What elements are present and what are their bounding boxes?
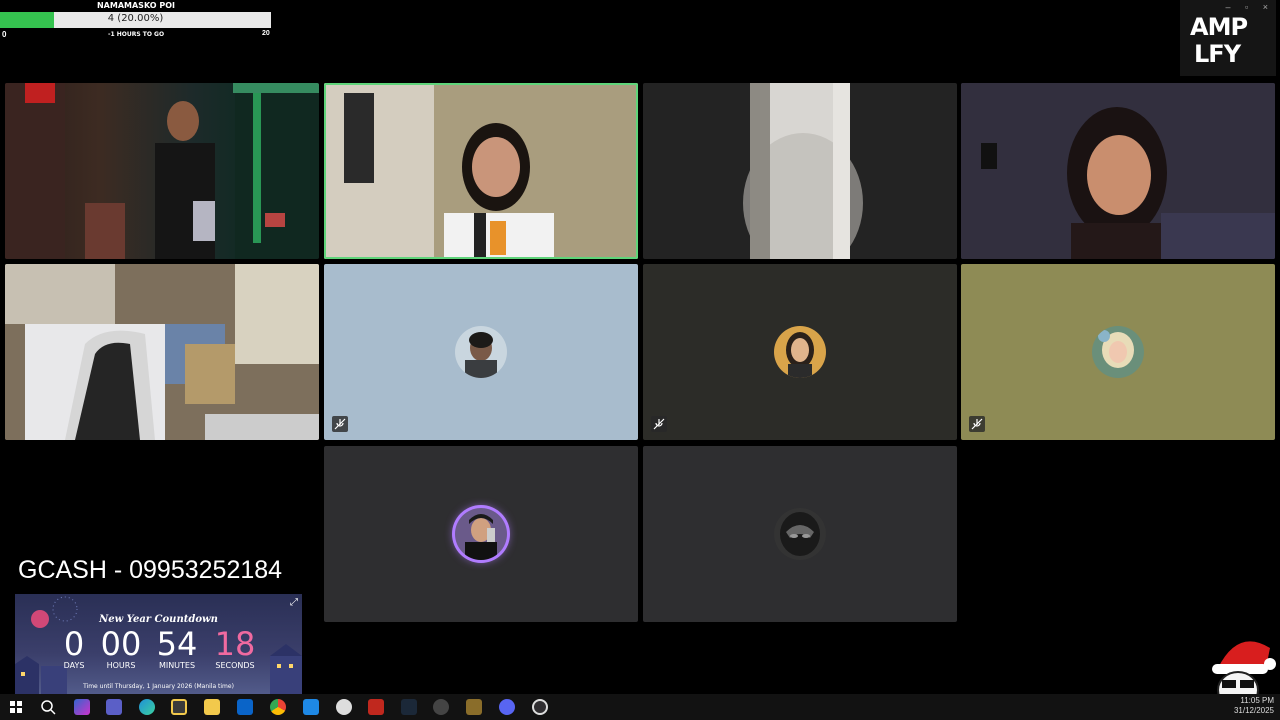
goal-progress-bar: 4 (20.00%) — [0, 12, 271, 28]
muted-mic-icon — [969, 416, 985, 432]
participant-tile-5[interactable] — [643, 446, 957, 622]
seconds-value: 18 — [214, 625, 256, 663]
video-app-icon[interactable] — [368, 699, 384, 715]
system-clock[interactable]: 11:05 PM 31/12/2025 — [1234, 696, 1274, 716]
participant-tile-1[interactable] — [324, 264, 638, 440]
search-icon[interactable] — [40, 699, 56, 715]
countdown-seconds: 18 SECONDS — [211, 627, 259, 670]
room-video-feed — [743, 83, 863, 259]
clock-time: 11:05 PM — [1240, 696, 1274, 705]
bedroom-video-feed — [5, 264, 319, 440]
participant-avatar — [455, 326, 507, 378]
logo-line-1: AMP — [1190, 13, 1248, 41]
days-value: 0 — [63, 625, 85, 663]
days-label: DAYS — [63, 661, 85, 670]
window-controls[interactable]: – ▫ × — [1226, 2, 1274, 12]
video-tile-bedroom[interactable] — [5, 264, 319, 440]
obs-icon[interactable] — [532, 699, 548, 715]
video-tile-room[interactable] — [643, 83, 957, 259]
chrome-icon[interactable] — [270, 699, 286, 715]
countdown-title: New Year Countdown — [99, 614, 218, 625]
muted-mic-icon — [332, 416, 348, 432]
new-year-countdown-widget: ⤢ New Year Countdown 0 DAYS 00 HOURS 54 … — [15, 594, 302, 694]
countdown-minutes: 54 MINUTES — [153, 627, 201, 670]
gcash-number: GCASH - 09953252184 — [18, 556, 283, 584]
edge-icon[interactable] — [139, 699, 155, 715]
audio-icon[interactable] — [433, 699, 449, 715]
mail-icon[interactable] — [237, 699, 253, 715]
goal-title: NAMAMASKO POI — [96, 1, 176, 10]
countdown-hours: 00 HOURS — [97, 627, 145, 670]
feather-icon[interactable] — [336, 699, 352, 715]
clock-date: 31/12/2025 — [1233, 706, 1274, 715]
host-video-feed — [5, 83, 319, 259]
countdown-footer: Time until Thursday, 1 January 2026 (Man… — [83, 683, 234, 690]
video-tile-guest[interactable] — [961, 83, 1275, 259]
goal-progress-text: 4 (20.00%) — [107, 13, 164, 24]
participant-tile-2[interactable] — [643, 264, 957, 440]
participant-avatar — [774, 326, 826, 378]
expand-icon[interactable]: ⤢ — [290, 597, 298, 608]
video-tile-speaker[interactable] — [324, 83, 638, 259]
goal-subtitle: -1 HOURS TO GO — [107, 31, 165, 38]
windows-start-icon[interactable] — [8, 699, 24, 715]
video-tile-host[interactable] — [5, 83, 319, 259]
hours-value: 00 — [100, 625, 142, 663]
countdown-days: 0 DAYS — [59, 627, 89, 670]
winrar-icon[interactable] — [466, 699, 482, 715]
participant-avatar — [1092, 326, 1144, 378]
participant-avatar — [774, 508, 826, 560]
file-explorer-icon[interactable] — [204, 699, 220, 715]
discord-icon[interactable] — [499, 699, 515, 715]
minutes-label: MINUTES — [158, 661, 196, 670]
muted-mic-icon — [651, 416, 667, 432]
guest-video-feed — [961, 83, 1275, 259]
participant-avatar-speaking — [455, 508, 507, 560]
steam-icon[interactable] — [401, 699, 417, 715]
ms-store-icon[interactable] — [171, 699, 187, 715]
windows-taskbar: 11:05 PM 31/12/2025 — [0, 694, 1280, 720]
logo-line-2: LFY — [1194, 40, 1241, 68]
app-icon[interactable] — [303, 699, 319, 715]
goal-max: 20 — [262, 30, 270, 37]
speaker-video-feed — [324, 83, 638, 259]
participant-tile-4[interactable] — [324, 446, 638, 622]
minutes-value: 54 — [156, 625, 198, 663]
teams-icon[interactable] — [106, 699, 122, 715]
donation-goal-widget: NAMAMASKO POI 4 (20.00%) 0 -1 HOURS TO G… — [0, 0, 272, 40]
copilot-icon[interactable] — [74, 699, 90, 715]
seconds-label: SECONDS — [215, 661, 255, 670]
participant-tile-3[interactable] — [961, 264, 1275, 440]
